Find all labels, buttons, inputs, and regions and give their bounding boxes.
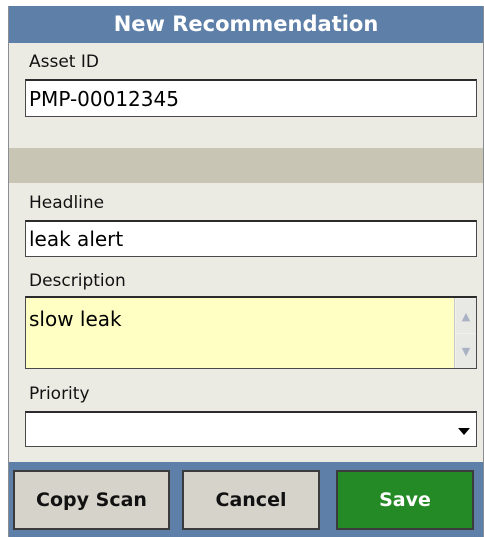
description-value: slow leak xyxy=(29,307,122,331)
headline-value: leak alert xyxy=(29,227,124,251)
chevron-down-icon: ▼ xyxy=(461,344,471,358)
description-scrollbar[interactable]: ▲ ▼ xyxy=(454,298,476,368)
headline-field[interactable]: leak alert xyxy=(25,220,477,257)
copy-scan-button[interactable]: Copy Scan xyxy=(13,470,170,530)
asset-id-field[interactable]: PMP-00012345 xyxy=(25,79,477,117)
dropdown-arrow-icon xyxy=(458,428,470,435)
scroll-down-button[interactable]: ▼ xyxy=(456,334,476,368)
scroll-up-button[interactable]: ▲ xyxy=(456,299,476,333)
asset-id-value: PMP-00012345 xyxy=(29,86,179,111)
section-divider xyxy=(9,148,483,183)
description-label: Description xyxy=(29,271,126,291)
recommendation-window: New Recommendation Asset ID PMP-00012345… xyxy=(8,6,484,537)
priority-select[interactable] xyxy=(25,411,477,447)
cancel-button[interactable]: Cancel xyxy=(182,470,320,530)
window-title: New Recommendation xyxy=(9,6,483,43)
headline-label: Headline xyxy=(29,193,105,213)
action-bar: Copy Scan Cancel Save xyxy=(9,462,483,537)
save-button[interactable]: Save xyxy=(336,470,474,530)
priority-label: Priority xyxy=(29,384,90,404)
asset-id-label: Asset ID xyxy=(29,52,99,72)
description-field[interactable]: slow leak ▲ ▼ xyxy=(25,296,477,369)
chevron-up-icon: ▲ xyxy=(461,309,471,323)
